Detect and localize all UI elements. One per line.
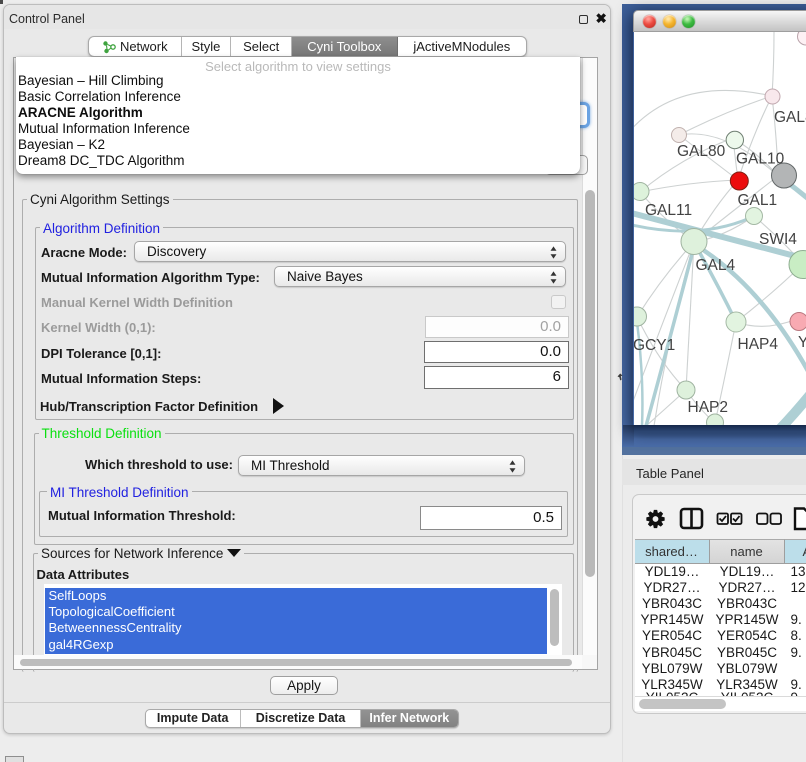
svg-text:GCY1: GCY1 [634, 337, 675, 354]
svg-text:SWI4: SWI4 [759, 231, 797, 248]
svg-text:GAL80: GAL80 [677, 143, 726, 160]
svg-text:GAL11: GAL11 [645, 202, 692, 219]
svg-text:GAL8: GAL8 [774, 109, 806, 126]
svg-text:HAP4: HAP4 [738, 336, 779, 353]
svg-text:GAL10: GAL10 [736, 150, 785, 167]
svg-text:Y: Y [798, 334, 806, 351]
svg-text:HAP2: HAP2 [688, 399, 729, 416]
svg-text:GAL1: GAL1 [738, 192, 778, 209]
svg-text:GAL4: GAL4 [696, 257, 736, 274]
